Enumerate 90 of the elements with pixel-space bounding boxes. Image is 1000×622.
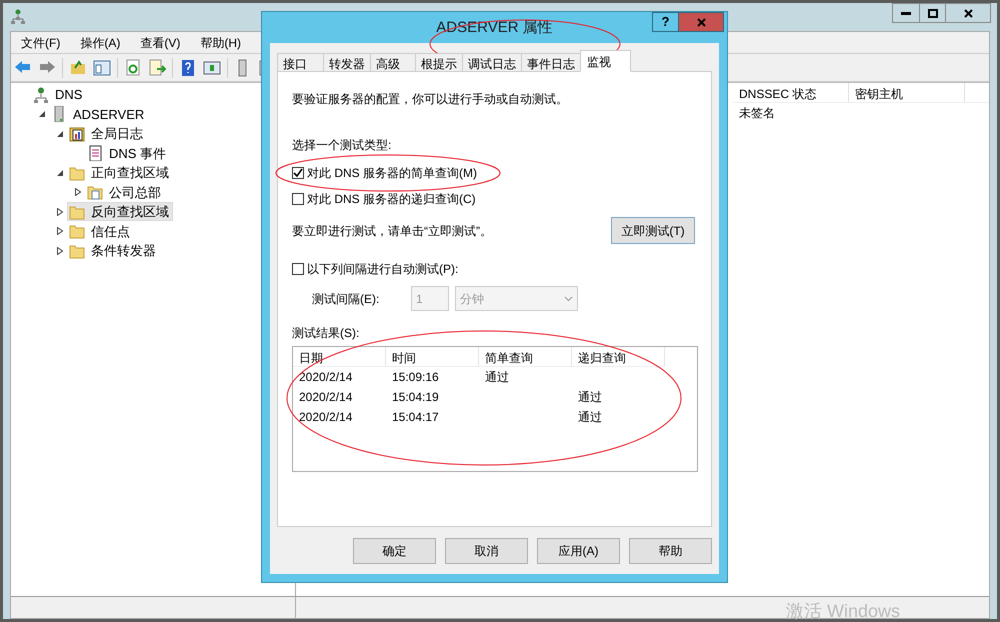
tree-item[interactable]: 反向查找区域 <box>67 202 173 222</box>
checkbox[interactable] <box>292 193 304 205</box>
expanded-triangle-icon[interactable] <box>56 168 64 177</box>
folder-icon <box>69 204 85 220</box>
tree-item[interactable]: 公司总部 <box>85 182 165 202</box>
tree-label: 条件转发器 <box>91 242 156 260</box>
refresh-icon[interactable] <box>124 58 142 76</box>
column-header[interactable]: DNSSEC 状态 <box>733 83 849 102</box>
table-cell-text: 通过 <box>577 409 603 426</box>
table-cell-text: 15:04:19 <box>391 389 440 406</box>
dropdown-caret-icon <box>564 296 573 302</box>
menu-item[interactable]: 文件(F) <box>19 34 62 52</box>
tree-label: 正向查找区域 <box>91 164 169 182</box>
tree-label: 公司总部 <box>109 184 161 202</box>
tree-item[interactable]: DNS <box>31 85 86 104</box>
tab[interactable]: 接口 <box>277 53 324 72</box>
checkbox-label: 对此 DNS 服务器的递归查询(C) <box>307 191 476 208</box>
collapsed-triangle-icon[interactable] <box>74 188 82 196</box>
table-cell-text: 15:04:17 <box>391 409 440 426</box>
collapsed-triangle-icon[interactable] <box>56 246 64 255</box>
tree-label: DNS 事件 <box>109 144 166 162</box>
close-icon <box>964 8 972 18</box>
dialog-button[interactable]: 应用(A) <box>537 538 620 564</box>
tree-item[interactable]: 条件转发器 <box>67 241 160 260</box>
interval-label: 测试间隔(E): <box>312 290 380 308</box>
checkbox-label: 以下列间隔进行自动测试(P): <box>307 261 458 278</box>
log-folder-icon <box>69 126 85 142</box>
column-header[interactable]: 递归查询 <box>572 347 665 367</box>
table-cell-text: 通过 <box>484 369 510 386</box>
folder-icon <box>69 164 85 181</box>
panel-icon[interactable] <box>203 58 221 76</box>
tree-label: 全局日志 <box>91 125 143 143</box>
tree-item[interactable]: DNS 事件 <box>85 144 170 163</box>
close-button[interactable] <box>946 3 991 23</box>
close-icon <box>696 18 706 26</box>
collapsed-triangle-icon[interactable] <box>56 208 64 216</box>
minimize-button[interactable] <box>892 3 920 23</box>
tree-label: 反向查找区域 <box>91 203 169 221</box>
table-cell-text: 15:09:16 <box>391 369 440 386</box>
column-header[interactable]: 简单查询 <box>479 347 572 367</box>
menu-item[interactable]: 查看(V) <box>138 34 182 52</box>
menu-item[interactable]: 帮助(H) <box>198 34 243 52</box>
dns-icon <box>33 86 49 103</box>
tab[interactable]: 高级 <box>370 53 416 72</box>
zone-folder-icon <box>87 184 103 200</box>
test-now-button[interactable]: 立即测试(T) <box>611 217 695 244</box>
tree-item[interactable]: 全局日志 <box>67 124 147 144</box>
column-header[interactable]: 时间 <box>386 347 479 367</box>
table-cell-text: 2020/2/14 <box>298 409 354 426</box>
column-header[interactable]: 日期 <box>293 347 386 367</box>
tab[interactable]: 调试日志 <box>462 53 522 72</box>
table-cell-text: 通过 <box>577 389 603 406</box>
dialog-button[interactable]: 确定 <box>353 538 436 564</box>
checkbox[interactable] <box>292 263 304 275</box>
tab[interactable]: 根提示 <box>415 53 463 72</box>
tree-label: DNS <box>55 86 82 104</box>
table-cell-text: 2020/2/14 <box>298 369 354 386</box>
dialog-button[interactable]: 取消 <box>445 538 528 564</box>
checkbox-label: 对此 DNS 服务器的简单查询(M) <box>307 165 477 182</box>
collapsed-triangle-icon[interactable] <box>56 227 64 236</box>
help-button[interactable]: ? <box>652 12 679 32</box>
menu-item[interactable]: 操作(A) <box>78 34 122 52</box>
folder-icon <box>69 242 85 259</box>
dialog-button[interactable]: 帮助 <box>629 538 712 564</box>
intro-text: 要验证服务器的配置，你可以进行手动或自动测试。 <box>292 91 569 108</box>
folder-up-icon[interactable] <box>69 58 87 76</box>
results-label: 测试结果(S): <box>292 325 360 342</box>
tab[interactable]: 监视 <box>580 50 631 72</box>
expanded-triangle-icon[interactable] <box>56 130 64 138</box>
tree-item[interactable]: 正向查找区域 <box>67 163 173 182</box>
tree-item[interactable]: 信任点 <box>67 222 134 241</box>
dns-app-icon <box>11 9 25 25</box>
list-cell-text: 未签名 <box>738 105 776 122</box>
folder-icon <box>69 223 85 240</box>
tree-item[interactable]: ADSERVER <box>49 104 148 124</box>
checkbox[interactable] <box>292 167 304 179</box>
log-page-icon <box>87 145 103 162</box>
column-header[interactable]: 密钥主机 <box>849 83 965 102</box>
tab[interactable]: 转发器 <box>323 53 371 72</box>
maximize-button[interactable] <box>920 3 946 23</box>
tab[interactable]: 事件日志 <box>521 53 581 72</box>
export-icon[interactable] <box>148 58 166 76</box>
test-type-label: 选择一个测试类型: <box>292 137 392 154</box>
pane-icon[interactable] <box>93 58 111 76</box>
tree-label: ADSERVER <box>73 106 144 124</box>
help-book-icon[interactable] <box>179 58 197 76</box>
expanded-triangle-icon[interactable] <box>38 110 46 118</box>
instruction-text: 要立即进行测试，请单击“立即测试”。 <box>292 222 492 240</box>
table-cell-text: 2020/2/14 <box>298 389 354 406</box>
tree-label: 信任点 <box>91 222 130 240</box>
